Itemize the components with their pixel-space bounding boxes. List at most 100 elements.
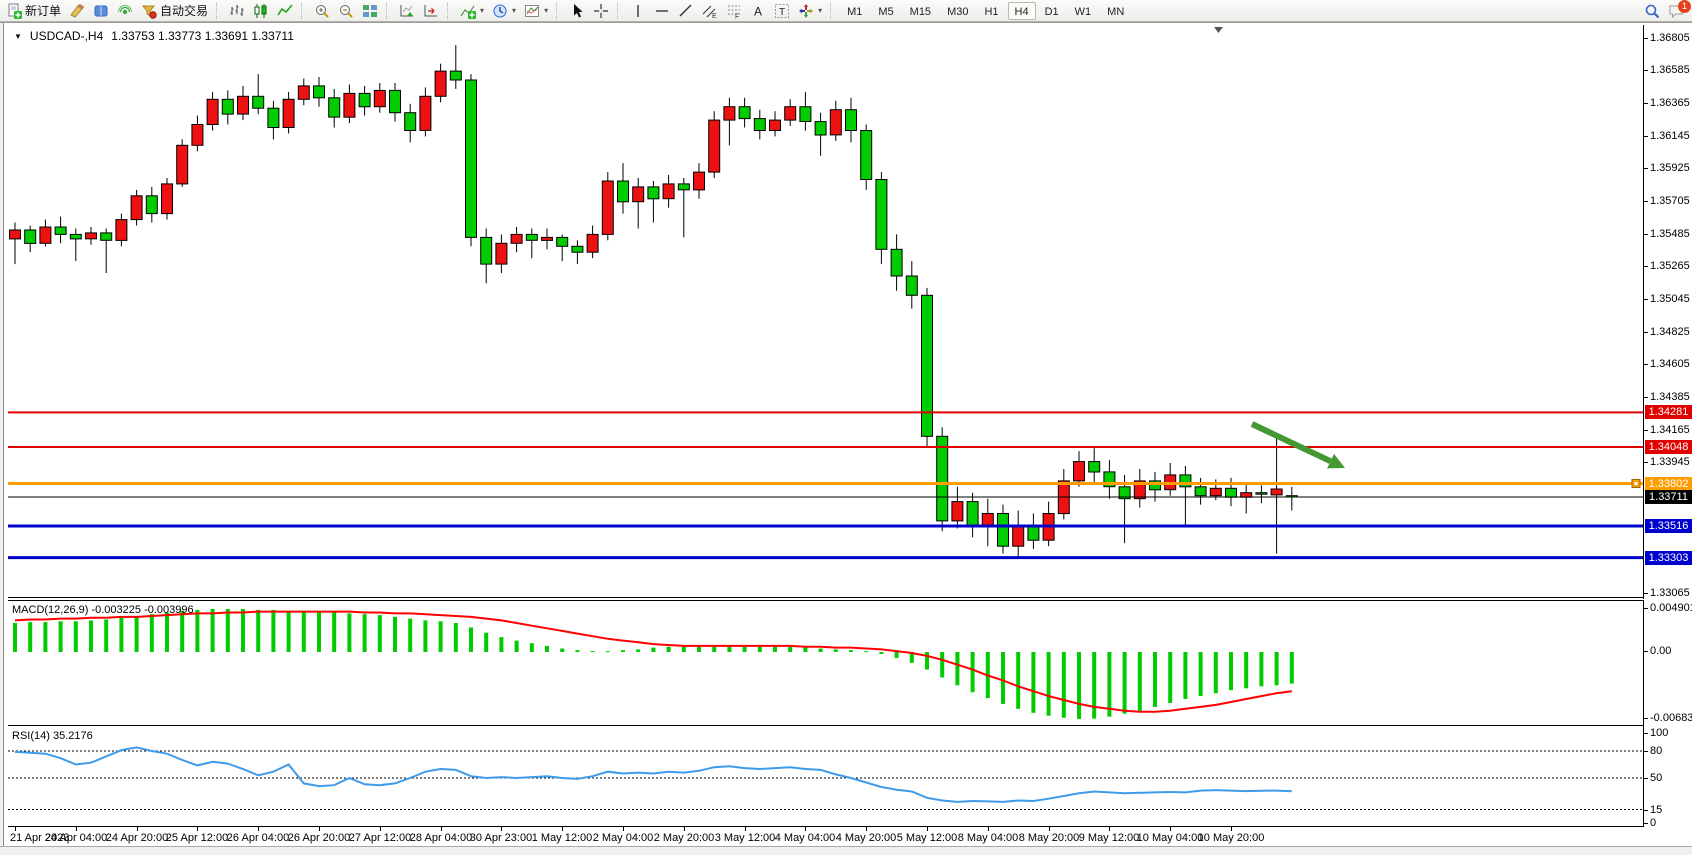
timeframe-m5-button[interactable]: M5 [871, 2, 900, 20]
dropdown-arrow-icon[interactable]: ▾ [512, 6, 516, 15]
time-tick-label: 9 May 12:00 [1079, 832, 1140, 844]
time-tick-label: 10 May 20:00 [1198, 832, 1265, 844]
axis-tick [1644, 266, 1648, 267]
symbol-label: USDCAD-,H4 [30, 29, 103, 43]
zoom-in-button[interactable] [310, 1, 334, 21]
candlestick-chart-button[interactable] [249, 1, 273, 21]
time-tick-label: 5 May 12:00 [897, 832, 958, 844]
fibonacci-button[interactable]: F [722, 1, 746, 21]
crosshair-button[interactable] [589, 1, 613, 21]
macd-label: MACD(12,26,9) -0.003225 -0.003996 [12, 604, 194, 616]
price-tick-label: 1.36145 [1650, 130, 1690, 142]
price-tick-label: 1.36365 [1650, 97, 1690, 109]
tile-windows-button[interactable] [358, 1, 382, 21]
timeframe-m15-button[interactable]: M15 [903, 2, 938, 20]
toolbar-separator [216, 3, 222, 19]
channel-icon: E [702, 3, 718, 19]
axis-tick [1644, 168, 1648, 169]
market-button[interactable] [89, 1, 113, 21]
metatrader-terminal: { "toolbar": { "groups": [ [ {"name":"ne… [0, 0, 1692, 855]
price-tick-label: 1.35705 [1650, 195, 1690, 207]
styler-button[interactable] [65, 1, 89, 21]
price-tick-label: 1.33945 [1650, 456, 1690, 468]
price-chart-panel[interactable]: ▼ USDCAD-,H4 1.33753 1.33773 1.33691 1.3… [8, 25, 1643, 598]
svg-text:E: E [712, 13, 717, 19]
cursor-icon [569, 3, 585, 19]
time-axis[interactable]: 21 Apr 202324 Apr 04:0024 Apr 20:0025 Ap… [8, 827, 1643, 846]
bars-icon [229, 3, 245, 19]
price-line-badge: 1.33516 [1645, 519, 1692, 533]
new-order-button[interactable]: 新订单 [2, 1, 65, 21]
search-icon [1644, 3, 1660, 19]
auto-trading-button[interactable]: 自动交易 [137, 1, 212, 21]
dropdown-arrow-icon[interactable]: ▾ [818, 6, 822, 15]
bar-chart-button[interactable] [225, 1, 249, 21]
arrows-icon [798, 3, 814, 19]
chart-info-line: ▼ USDCAD-,H4 1.33753 1.33773 1.33691 1.3… [14, 29, 294, 43]
signals-button[interactable] [113, 1, 137, 21]
timeframe-m1-button[interactable]: M1 [840, 2, 869, 20]
window-border [0, 22, 1692, 23]
chart-shift-button[interactable] [419, 1, 443, 21]
time-tick-label: 24 Apr 20:00 [106, 832, 168, 844]
price-tick-label: 1.34385 [1650, 391, 1690, 403]
rsi-axis: 1008050150 [1643, 727, 1692, 827]
search-button[interactable] [1640, 1, 1664, 21]
text-label-button[interactable]: T [770, 1, 794, 21]
templates-button[interactable]: ▾ [520, 1, 552, 21]
toolbar-separator [447, 3, 453, 19]
time-tick-label: 10 May 04:00 [1137, 832, 1204, 844]
axis-tick [1644, 70, 1648, 71]
periods-button[interactable]: ▾ [488, 1, 520, 21]
toolbar-separator [386, 3, 392, 19]
price-tick-label: 1.35265 [1650, 260, 1690, 272]
auto-scroll-button[interactable] [395, 1, 419, 21]
new-order-button-label: 新订单 [25, 2, 61, 19]
time-tick-label: 2 May 20:00 [654, 832, 715, 844]
macd-axis: 0.0049010.00-0.006838 [1643, 600, 1692, 727]
timeframe-h1-button[interactable]: H1 [977, 2, 1005, 20]
axis-tick [1644, 38, 1648, 39]
zoom-out-button[interactable] [334, 1, 358, 21]
dropdown-arrow-icon[interactable]: ▾ [480, 6, 484, 15]
textT-icon: T [774, 3, 790, 19]
horizontal-line-button[interactable] [650, 1, 674, 21]
toolbar-separator [617, 3, 623, 19]
macd-tick-label: -0.006838 [1650, 712, 1692, 724]
doc-plus-icon [6, 3, 22, 19]
rsi-chart[interactable] [8, 727, 1643, 826]
vertical-line-button[interactable] [626, 1, 650, 21]
rsi-panel[interactable]: RSI(14) 35.2176 [8, 727, 1643, 827]
macd-chart[interactable] [8, 601, 1643, 725]
timeframe-m30-button[interactable]: M30 [940, 2, 975, 20]
axis-tick [1644, 397, 1648, 398]
chat-button[interactable]: 1 [1664, 1, 1688, 21]
chevron-down-icon[interactable]: ▼ [14, 32, 22, 41]
equidistant-channel-button[interactable]: E [698, 1, 722, 21]
rsi-tick-label: 0 [1650, 817, 1656, 829]
trendline-button[interactable] [674, 1, 698, 21]
candles-icon [253, 3, 269, 19]
timeframe-w1-button[interactable]: W1 [1068, 2, 1099, 20]
timeframe-h4-button[interactable]: H4 [1008, 2, 1036, 20]
timeframe-d1-button[interactable]: D1 [1038, 2, 1066, 20]
candlestick-chart[interactable] [8, 25, 1643, 598]
time-tick-label: 30 Apr 23:00 [470, 832, 532, 844]
dropdown-arrow-icon[interactable]: ▾ [544, 6, 548, 15]
timeframe-mn-button[interactable]: MN [1100, 2, 1131, 20]
trend-arrow-annotation [1252, 424, 1331, 461]
macd-panel[interactable]: MACD(12,26,9) -0.003225 -0.003996 [8, 600, 1643, 726]
line-chart-button[interactable] [273, 1, 297, 21]
crayon-icon [69, 3, 85, 19]
chart-shift-marker [1214, 27, 1223, 33]
axis-tick [1644, 103, 1648, 104]
indicators-button[interactable]: ▾ [456, 1, 488, 21]
tiles-icon [362, 3, 378, 19]
text-button[interactable]: A [746, 1, 770, 21]
price-tick-label: 1.36805 [1650, 32, 1690, 44]
price-axis[interactable]: 1.368051.365851.363651.361451.359251.357… [1643, 25, 1692, 599]
toolbar-separator [301, 3, 307, 19]
arrows-button[interactable]: ▾ [794, 1, 826, 21]
cursor-button[interactable] [565, 1, 589, 21]
axis-tick [1644, 332, 1648, 333]
